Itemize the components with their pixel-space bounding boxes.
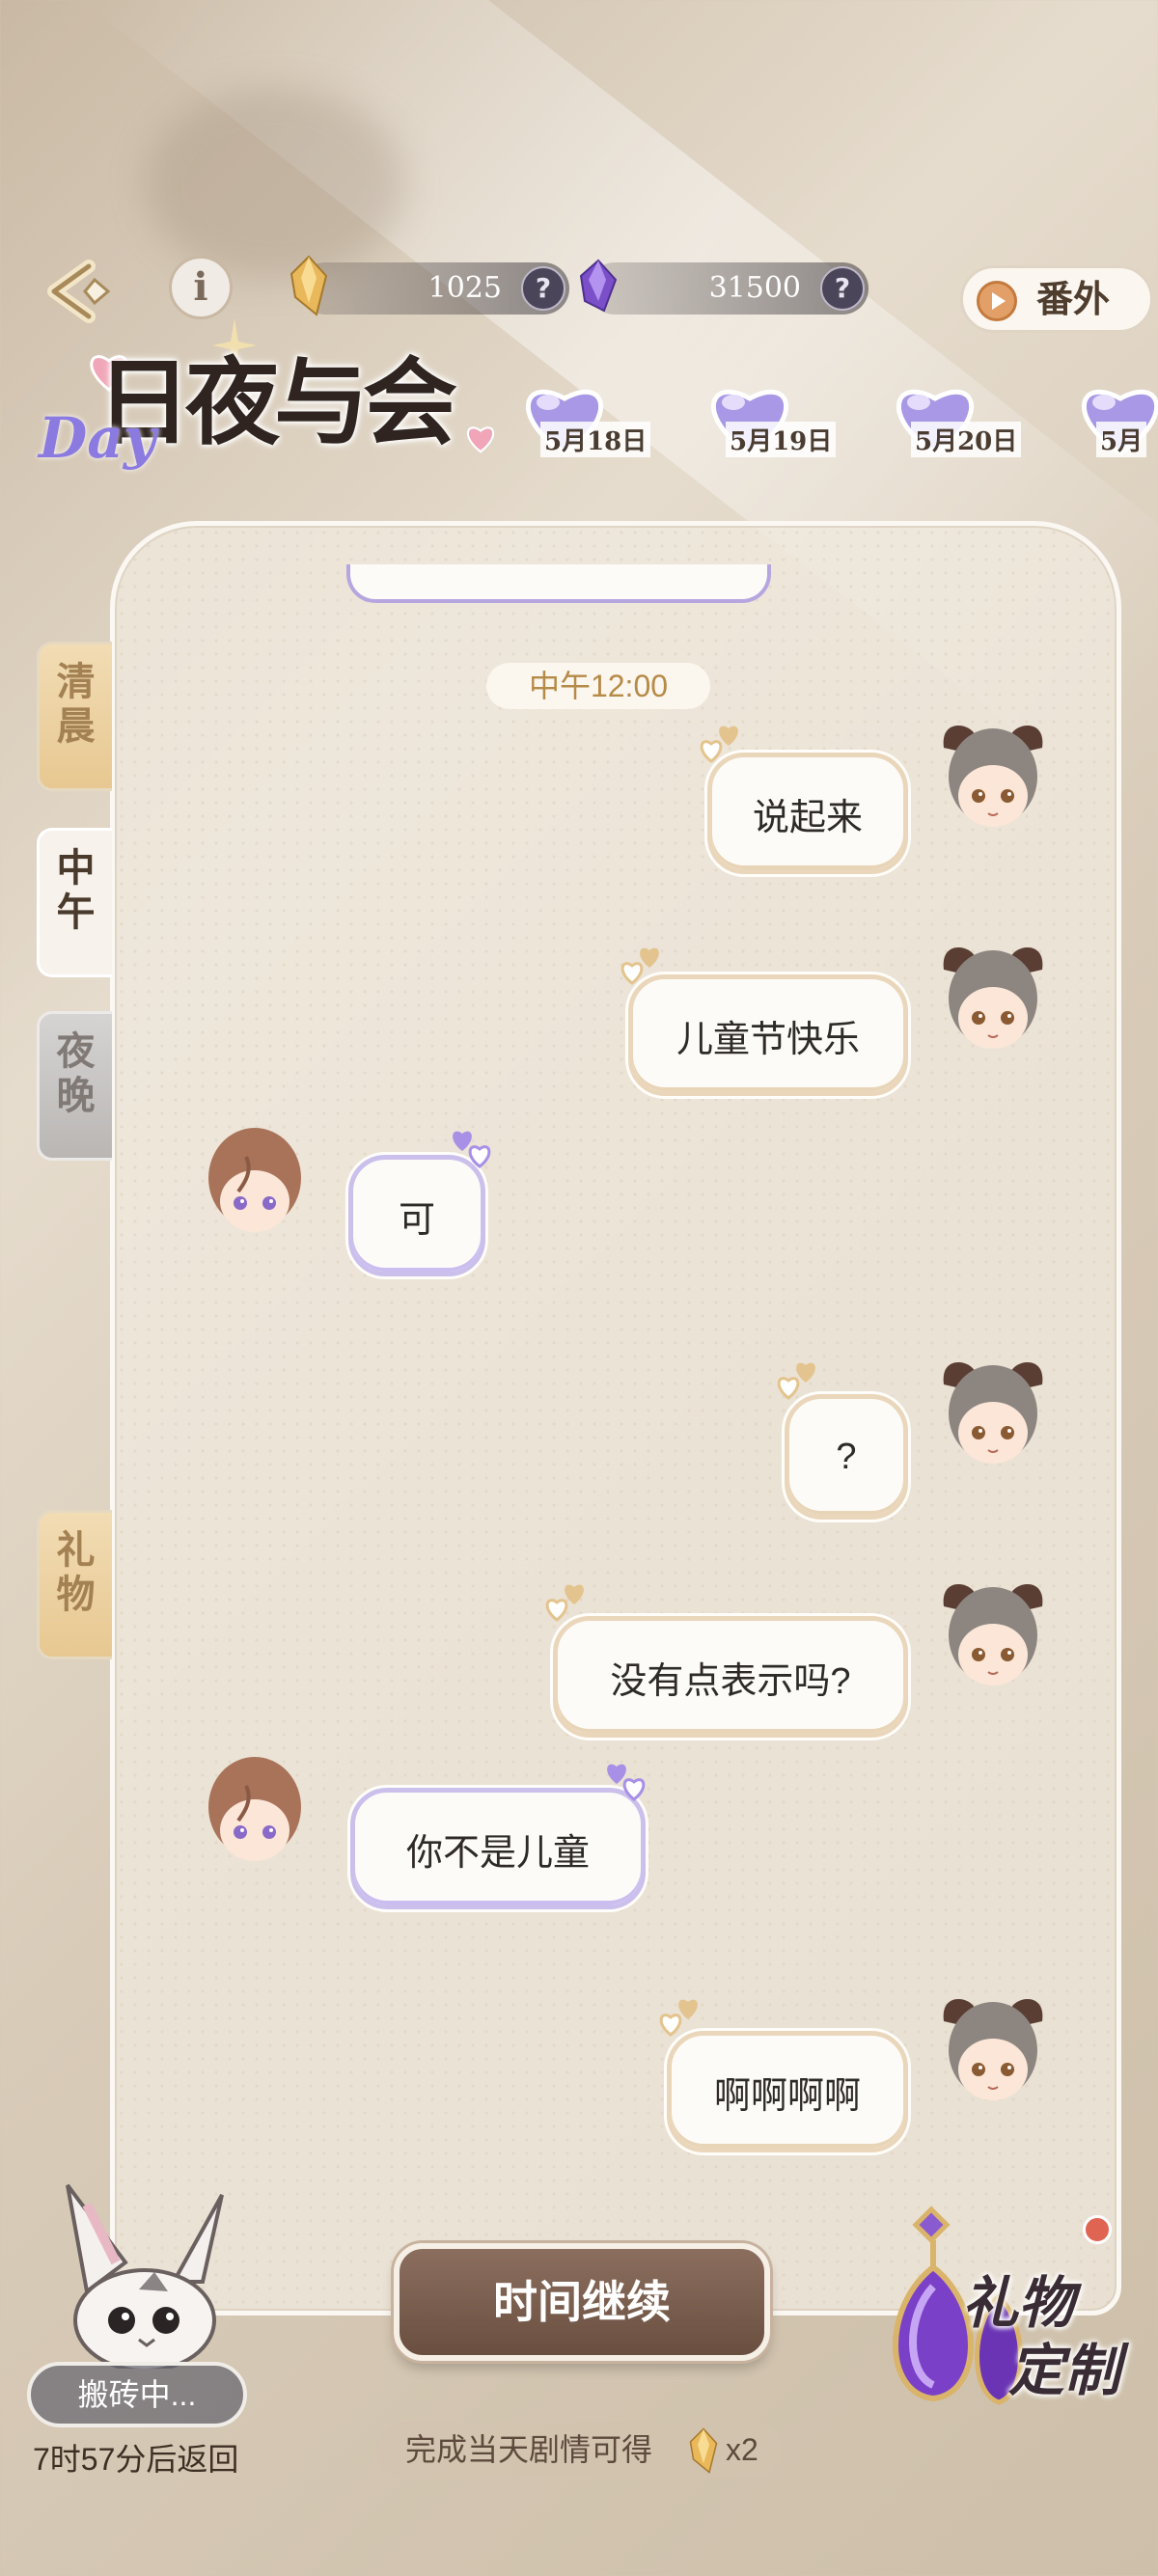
- female-avatar-icon: [943, 1584, 1043, 1685]
- chat-message-left: 可: [115, 1105, 1117, 1276]
- female-avatar-icon: [943, 726, 1043, 827]
- logo-subtitle: Day: [39, 405, 156, 471]
- gold-currency-display: 1025 ?: [290, 255, 569, 316]
- purple-gem-icon: [579, 259, 618, 313]
- reward-multiplier: x2: [726, 2432, 758, 2467]
- purple-currency-display: 31500 ?: [579, 259, 868, 315]
- reward-note-text: 完成当天剧情可得: [405, 2432, 653, 2467]
- tab-gift[interactable]: 礼物: [37, 1510, 112, 1659]
- message-bubble: 没有点表示吗?: [553, 1616, 908, 1738]
- message-text: 啊啊啊啊: [713, 2075, 861, 2117]
- event-logo: 日夜与会 Day: [39, 318, 502, 492]
- message-text: 没有点表示吗?: [610, 1660, 851, 1702]
- message-text: 你不是儿童: [405, 1832, 590, 1874]
- date-label: 5月18日: [540, 422, 651, 457]
- date-item[interactable]: 5月18日: [511, 371, 695, 468]
- message-text: 儿童节快乐: [676, 1019, 860, 1060]
- female-avatar-icon: [943, 947, 1043, 1049]
- notification-dot: [1083, 2215, 1112, 2244]
- message-text: 可: [398, 1199, 435, 1241]
- date-label: 5月20日: [911, 422, 1022, 457]
- previous-bubble-edge: [346, 564, 771, 603]
- pink-heart-small-icon: [466, 426, 495, 453]
- message-bubble: 啊啊啊啊: [667, 2031, 908, 2152]
- male-avatar-icon: [208, 1757, 301, 1861]
- female-avatar-icon: [943, 1999, 1043, 2100]
- gold-currency-value: 1025: [427, 271, 502, 305]
- chat-panel: 中午12:00 说起来 儿童节快乐 可 ? 没有点表示吗? 你不是儿童 啊啊啊啊: [110, 521, 1121, 2316]
- gold-crystal-icon: [290, 255, 328, 316]
- message-text: ?: [836, 1436, 857, 1477]
- message-bubble: 儿童节快乐: [628, 974, 908, 1096]
- chat-message-left: 你不是儿童: [115, 1732, 1117, 1909]
- gift-custom-line2: 定制: [1008, 2338, 1121, 2403]
- male-avatar-icon: [208, 1128, 301, 1232]
- background-shadow: [145, 87, 405, 280]
- play-icon: [977, 281, 1017, 321]
- purple-currency-value: 31500: [708, 271, 801, 305]
- info-button[interactable]: i: [169, 256, 233, 319]
- gold-crystal-icon: [689, 2427, 718, 2474]
- tab-noon[interactable]: 中午: [37, 828, 112, 977]
- date-label: 5月19日: [726, 422, 837, 457]
- gold-help-button[interactable]: ?: [521, 266, 565, 311]
- continue-time-button[interactable]: 时间继续: [394, 2243, 770, 2361]
- bunny-pet-icon[interactable]: [39, 2176, 241, 2369]
- chat-message-right: 儿童节快乐: [115, 892, 1117, 1096]
- tab-morning[interactable]: 清晨: [37, 642, 112, 791]
- chat-message-right: ?: [115, 1298, 1117, 1520]
- reward-note: 完成当天剧情可得 x2: [376, 2422, 782, 2478]
- purple-hearts-icon: [453, 1131, 491, 1168]
- message-bubble: 你不是儿童: [350, 1788, 646, 1909]
- message-text: 说起来: [752, 797, 863, 838]
- date-label: 5月: [1096, 422, 1147, 457]
- message-bubble: ?: [785, 1394, 908, 1520]
- message-bubble: 可: [348, 1155, 485, 1276]
- date-item[interactable]: 5月20日: [882, 371, 1065, 468]
- date-item[interactable]: 5月19日: [697, 371, 880, 468]
- date-selector: 5月18日 5月19日 5月20日 5月: [511, 371, 1158, 468]
- chat-message-right: 说起来: [115, 671, 1117, 874]
- date-item[interactable]: 5月: [1067, 371, 1158, 468]
- purple-help-button[interactable]: ?: [820, 266, 865, 311]
- extra-story-button[interactable]: 番外: [960, 265, 1153, 333]
- chat-message-right: 啊啊啊啊: [115, 1934, 1117, 2152]
- female-avatar-icon: [943, 1362, 1043, 1464]
- return-timer: 7时57分后返回: [33, 2442, 239, 2477]
- message-bubble: 说起来: [707, 753, 908, 874]
- status-pill: 搬砖中...: [27, 2362, 247, 2427]
- extra-story-label: 番外: [1036, 277, 1111, 320]
- purple-hearts-icon: [607, 1764, 646, 1801]
- chat-message-right: 没有点表示吗?: [115, 1520, 1117, 1738]
- tab-night[interactable]: 夜晚: [37, 1011, 112, 1161]
